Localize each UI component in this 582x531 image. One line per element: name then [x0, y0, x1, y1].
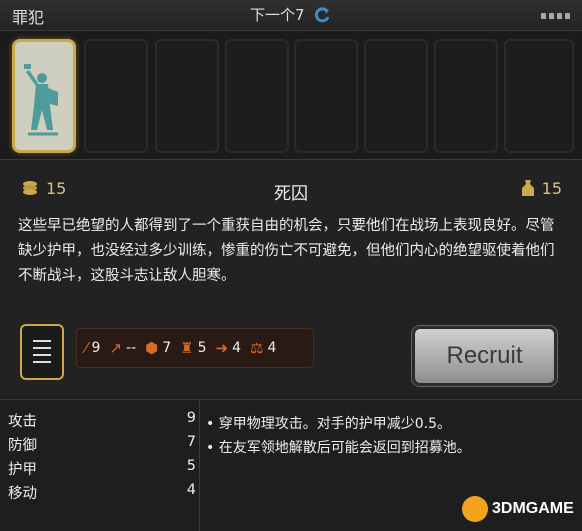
attribute-value: 5: [186, 458, 196, 474]
unit-traits: • 穿甲物理攻击。对手的护甲减少0.5。 • 在友军领地解散后可能会返回到招募池…: [206, 412, 471, 460]
scale-icon: ⚖: [250, 339, 264, 357]
attribute-value: 9: [186, 410, 196, 426]
recruit-slots: [0, 31, 582, 160]
divider: [199, 400, 200, 531]
unit-description: 这些早已绝望的人都得到了一个重获自由的机会，只要他们在战场上表现良好。尽管缺少护…: [18, 218, 555, 284]
trait-item: • 穿甲物理攻击。对手的护甲减少0.5。: [206, 416, 451, 432]
attribute-row: 护甲 5: [8, 458, 196, 482]
unit-slot-empty[interactable]: [294, 39, 358, 153]
unit-stats-bar: ⁄ 9 ↗ -- ⬢ 7 ♜ 5 ➜ 4 ⚖ 4: [76, 328, 314, 368]
attribute-row: 防御 7: [8, 434, 196, 458]
stat-value: 4: [232, 340, 242, 356]
unit-slot-empty[interactable]: [155, 39, 219, 153]
stat-value: 7: [162, 340, 172, 356]
status-dots: [541, 13, 570, 19]
next-refresh-label: 下一个7: [250, 6, 305, 24]
attribute-row: 移动 4: [8, 482, 196, 506]
unit-slot-empty[interactable]: [434, 39, 498, 153]
attribute-value: 4: [186, 482, 196, 498]
unit-slot-empty[interactable]: [225, 39, 289, 153]
spear-icon: ↗: [109, 339, 123, 357]
attribute-label: 护甲: [8, 462, 37, 478]
supply-cost-value: 15: [541, 178, 562, 198]
unit-list-button[interactable]: [20, 324, 64, 380]
attribute-label: 移动: [8, 486, 37, 502]
trait-item: • 在友军领地解散后可能会返回到招募池。: [206, 440, 471, 456]
attribute-label: 防御: [8, 438, 37, 454]
condemned-unit-portrait-icon: [24, 64, 58, 136]
sword-icon: ⁄: [85, 339, 88, 357]
attribute-label: 攻击: [8, 414, 37, 430]
shield-icon: ⬢: [145, 339, 159, 357]
stat-value: 5: [197, 340, 207, 356]
unit-info-panel: 15 死囚 15 这些早已绝望的人都得到了一个重获自由的机会，只要他们在战场上表…: [0, 160, 582, 398]
unit-name: 死囚: [274, 184, 308, 204]
stat-value: 4: [267, 340, 277, 356]
supply-cost: 15: [520, 178, 562, 198]
attribute-row: 攻击 9: [8, 410, 196, 434]
3dm-logo-icon: [462, 496, 488, 522]
stat-value: --: [126, 340, 137, 356]
unit-slot-selected[interactable]: [12, 39, 76, 153]
armor-icon: ♜: [180, 339, 194, 357]
title-bar: 罪犯 下一个7: [0, 0, 582, 31]
attribute-table: 攻击 9 防御 7 护甲 5 移动 4: [8, 410, 196, 506]
attribute-value: 7: [186, 434, 196, 450]
unit-slot-empty[interactable]: [364, 39, 428, 153]
watermark-text: 3DMGAME: [492, 500, 574, 517]
supply-bag-icon: [521, 180, 534, 196]
stat-value: 9: [91, 340, 101, 356]
refresh-icon[interactable]: [312, 5, 332, 25]
panel-title: 罪犯: [12, 8, 45, 27]
watermark: 3DMGAME: [462, 496, 574, 522]
unit-slot-empty[interactable]: [84, 39, 148, 153]
arrow-icon: ➜: [215, 339, 229, 357]
unit-slot-empty[interactable]: [504, 39, 574, 153]
recruit-button[interactable]: Recruit: [412, 326, 557, 386]
